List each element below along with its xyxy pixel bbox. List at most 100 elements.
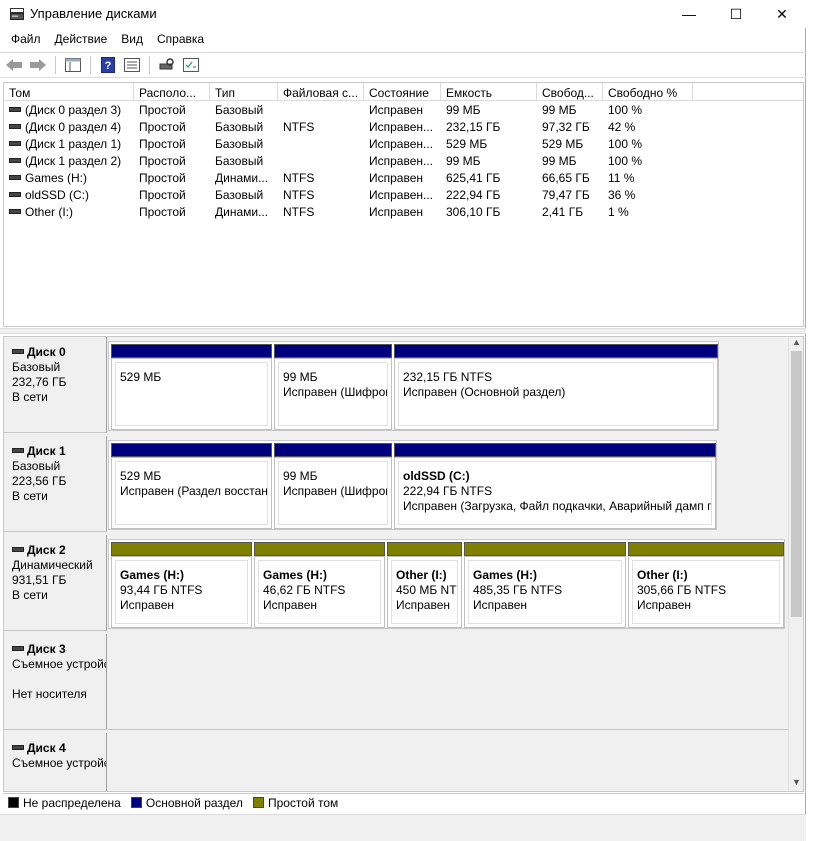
cell-type: Базовый	[210, 154, 278, 168]
cell-layout: Простой	[134, 188, 210, 202]
partition-block[interactable]: 529 МБ Исправен (Раздел восстановления)	[111, 443, 272, 529]
help-button[interactable]: ?	[98, 56, 118, 74]
menu-help[interactable]: Справка	[150, 30, 211, 50]
cell-status: Исправен...	[364, 188, 441, 202]
cell-text: NTFS	[283, 187, 315, 202]
partition-block[interactable]: Other (I:) 305,66 ГБ NTFS Исправен	[628, 542, 784, 628]
cell-free-space: 97,32 ГБ	[537, 120, 603, 134]
partition-size: 93,44 ГБ NTFS	[120, 583, 203, 597]
cell-free-space: 99 МБ	[537, 154, 603, 168]
cell-capacity: 99 МБ	[441, 154, 537, 168]
cell-text: 100 %	[608, 153, 643, 168]
disk-type: Динамический	[12, 558, 93, 572]
cell-text: 625,41 ГБ	[446, 170, 501, 185]
cell-text: 36 %	[608, 187, 636, 202]
menu-action[interactable]: Действие	[48, 30, 115, 50]
partition-bar	[111, 542, 252, 556]
volume-row[interactable]: (Диск 0 раздел 4) Простой Базовый NTFS Испра…	[4, 118, 803, 135]
cell-volume: oldSSD (C:)	[4, 188, 134, 202]
menu-file[interactable]: Файл	[4, 30, 48, 50]
properties-button[interactable]	[122, 56, 142, 74]
cell-text: Простой	[139, 204, 186, 219]
cell-volume: (Диск 1 раздел 1)	[4, 137, 134, 151]
partition-size: 529 МБ	[120, 469, 162, 483]
disk-info-panel[interactable]: Диск 0 Базовый 232,76 ГБ В сети	[4, 337, 107, 433]
vertical-scrollbar[interactable]: ▲ ▼	[788, 337, 803, 791]
partition-block[interactable]: 232,15 ГБ NTFS Исправен (Основной раздел…	[394, 344, 718, 430]
partition-block[interactable]: Games (H:) 46,62 ГБ NTFS Исправен	[254, 542, 385, 628]
volume-row[interactable]: (Диск 1 раздел 2) Простой Базовый Исправен.…	[4, 152, 803, 169]
legend: Не распределена Основной раздел Простой …	[3, 793, 804, 811]
close-button[interactable]: ✕	[759, 0, 805, 28]
disk-info-panel[interactable]: Диск 1 Базовый 223,56 ГБ В сети	[4, 436, 107, 532]
cell-text: Простой	[139, 102, 186, 117]
cell-text: 1 %	[608, 204, 629, 219]
cell-free-percent: 1 %	[603, 205, 693, 219]
disk-info-panel[interactable]: Диск 2 Динамический 931,51 ГБ В сети	[4, 535, 107, 631]
disk-management-icon	[10, 8, 24, 20]
partition-bar	[274, 344, 392, 358]
column-header-type[interactable]: Тип	[210, 83, 278, 100]
cell-free-percent: 36 %	[603, 188, 693, 202]
forward-button[interactable]	[28, 56, 48, 74]
column-header-free-space[interactable]: Свобод...	[537, 83, 603, 100]
column-header-layout[interactable]: Располо...	[134, 83, 210, 100]
rescan-disks-button[interactable]	[157, 56, 177, 74]
cell-text: Простой	[139, 187, 186, 202]
pane-splitter[interactable]	[0, 328, 806, 334]
volume-row[interactable]: Games (H:) Простой Динами... NTFS Исправен 62…	[4, 169, 803, 186]
disk-info-panel[interactable]: Диск 4 Съемное устройство	[4, 733, 107, 791]
minimize-button[interactable]: —	[666, 0, 712, 28]
legend-swatch	[8, 797, 19, 808]
toolbar-separator	[55, 56, 56, 74]
column-header-status[interactable]: Состояние	[364, 83, 441, 100]
disk-size: 232,76 ГБ	[12, 375, 67, 389]
cell-text: 529 МБ	[542, 136, 584, 151]
partition-strip: 529 МБ Исправен (Раздел восстановления) …	[108, 440, 717, 530]
cell-text: Games (H:)	[25, 170, 88, 185]
partition-block[interactable]: Games (H:) 93,44 ГБ NTFS Исправен	[111, 542, 252, 628]
cell-text: 99 МБ	[542, 102, 577, 117]
disk-status: Нет носителя	[12, 687, 87, 701]
console-tree-button[interactable]	[63, 56, 83, 74]
menu-view[interactable]: Вид	[114, 30, 150, 50]
volume-row[interactable]: Other (I:) Простой Динами... NTFS Исправен 30…	[4, 203, 803, 220]
volume-row[interactable]: (Диск 0 раздел 3) Простой Базовый Исправен 9…	[4, 101, 803, 118]
volume-list-header: Том Располо... Тип Файловая с... Состоян…	[4, 83, 803, 101]
partition-block[interactable]: 99 МБ Исправен (Шифрованный (EFI) систем…	[274, 443, 392, 529]
volume-icon	[9, 208, 21, 214]
cell-text: Исправен	[369, 204, 424, 219]
column-header-filesystem[interactable]: Файловая с...	[278, 83, 364, 100]
volume-row[interactable]: (Диск 1 раздел 1) Простой Базовый Исправен.…	[4, 135, 803, 152]
column-header-free-percent[interactable]: Свободно %	[603, 83, 693, 100]
disk-type: Базовый	[12, 360, 61, 374]
partition-block[interactable]: Games (H:) 485,35 ГБ NTFS Исправен	[464, 542, 626, 628]
cell-status: Исправен...	[364, 120, 441, 134]
partition-bar	[394, 344, 718, 358]
partition-block[interactable]: Other (I:) 450 МБ NTFS Исправен	[387, 542, 462, 628]
cell-text: (Диск 0 раздел 3)	[25, 102, 122, 117]
back-button[interactable]	[4, 56, 24, 74]
volume-list: Том Располо... Тип Файловая с... Состоян…	[3, 82, 804, 327]
maximize-button[interactable]: ☐	[713, 0, 759, 28]
cell-text: Исправен...	[369, 187, 434, 202]
legend-swatch	[130, 797, 142, 808]
disk-info-panel[interactable]: Диск 3 Съемное устройство Нет носителя	[4, 634, 107, 730]
scroll-down-icon[interactable]: ▼	[789, 777, 803, 791]
volume-row[interactable]: oldSSD (C:) Простой Базовый NTFS Исправен...…	[4, 186, 803, 203]
column-header-capacity[interactable]: Емкость	[441, 83, 537, 100]
column-header-volume[interactable]: Том	[4, 83, 134, 100]
legend-item: Простой том	[252, 796, 338, 810]
partition-block[interactable]: 529 МБ	[111, 344, 272, 430]
scrollbar-thumb[interactable]	[791, 351, 802, 617]
partition-size: 232,15 ГБ NTFS	[403, 370, 493, 384]
partition-size: 222,94 ГБ NTFS	[403, 484, 493, 498]
scroll-up-icon[interactable]: ▲	[789, 337, 803, 351]
menu-bar: Файл Действие Вид Справка	[0, 30, 806, 50]
partition-block[interactable]: 99 МБ Исправен (Шифрованный (EFI) систем…	[274, 344, 392, 430]
partition-block[interactable]: oldSSD (C:) 222,94 ГБ NTFS Исправен (Заг…	[394, 443, 716, 529]
cell-text: oldSSD (C:)	[25, 187, 90, 202]
help-icon: ?	[101, 57, 115, 73]
disk-properties-button[interactable]	[181, 56, 201, 74]
cell-text: 100 %	[608, 102, 643, 117]
